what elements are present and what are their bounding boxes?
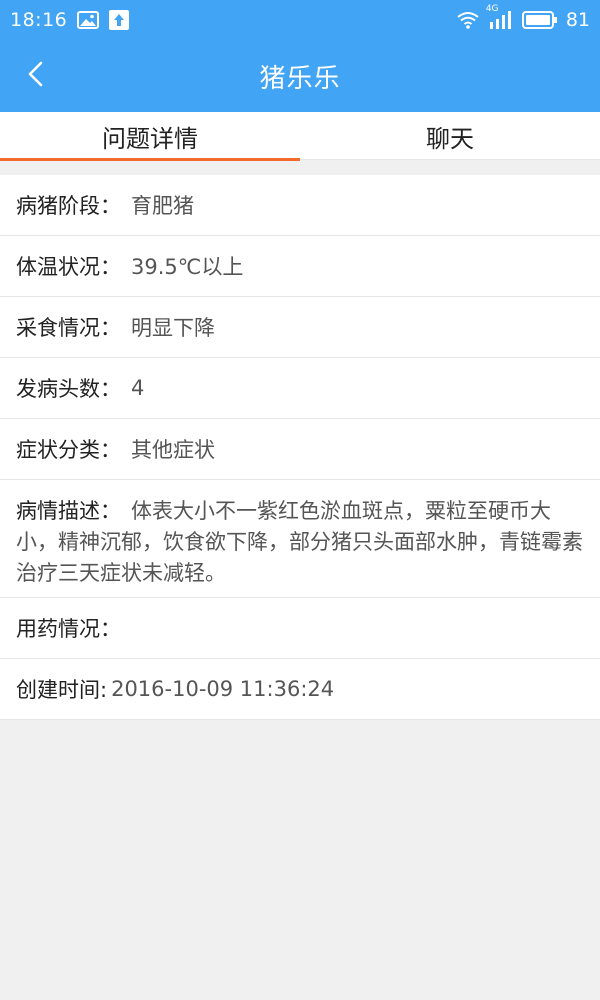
medication-label: 用药情况：: [16, 617, 121, 641]
detail-row-created: 创建时间: 2016-10-09 11:36:24: [0, 659, 600, 720]
tab-bar: 问题详情 聊天: [0, 112, 600, 161]
status-bar: 18:16 4G 81: [0, 0, 600, 40]
upload-icon: [109, 10, 130, 30]
temperature-value: 39.5℃以上: [131, 255, 244, 279]
empty-area: [0, 735, 600, 1000]
page-title: 猪乐乐: [259, 63, 341, 94]
symptom-type-value: 其他症状: [131, 438, 215, 462]
created-value: 2016-10-09 11:36:24: [111, 677, 335, 701]
count-label: 发病头数：: [16, 377, 121, 401]
detail-row-count: 发病头数： 4: [0, 358, 600, 419]
stage-value: 育肥猪: [131, 194, 194, 218]
detail-row-feeding: 采食情况： 明显下降: [0, 297, 600, 358]
created-label: 创建时间:: [16, 678, 108, 702]
network-type: 4G: [485, 4, 499, 14]
chevron-left-icon: [25, 60, 47, 92]
description-label: 病情描述：: [16, 499, 121, 523]
stage-label: 病猪阶段：: [16, 194, 121, 218]
symptom-type-label: 症状分类：: [16, 438, 121, 462]
count-value: 4: [131, 376, 145, 400]
image-icon: [77, 11, 100, 29]
battery-level: 81: [565, 9, 590, 31]
temperature-label: 体温状况：: [16, 255, 121, 279]
tab-chat[interactable]: 聊天: [300, 112, 600, 160]
detail-row-description: 病情描述： 体表大小不一紫红色淤血斑点，粟粒至硬币大小，精神沉郁，饮食欲下降，部分…: [0, 480, 600, 598]
signal-icon: 4G: [486, 4, 514, 30]
detail-row-stage: 病猪阶段： 育肥猪: [0, 175, 600, 236]
feeding-value: 明显下降: [131, 316, 215, 340]
detail-row-temperature: 体温状况： 39.5℃以上: [0, 236, 600, 297]
wifi-icon: [456, 11, 480, 29]
feeding-label: 采食情况：: [16, 316, 121, 340]
tab-question-details[interactable]: 问题详情: [0, 112, 300, 161]
status-time: 18:16: [10, 9, 68, 31]
detail-row-medication: 用药情况：: [0, 598, 600, 659]
back-button[interactable]: [14, 54, 58, 98]
app-bar: 猪乐乐: [0, 40, 600, 112]
battery-icon: [521, 11, 558, 29]
detail-list: 病猪阶段： 育肥猪 体温状况： 39.5℃以上 采食情况： 明显下降 发病头数：…: [0, 175, 600, 720]
detail-row-symptom-type: 症状分类： 其他症状: [0, 419, 600, 480]
